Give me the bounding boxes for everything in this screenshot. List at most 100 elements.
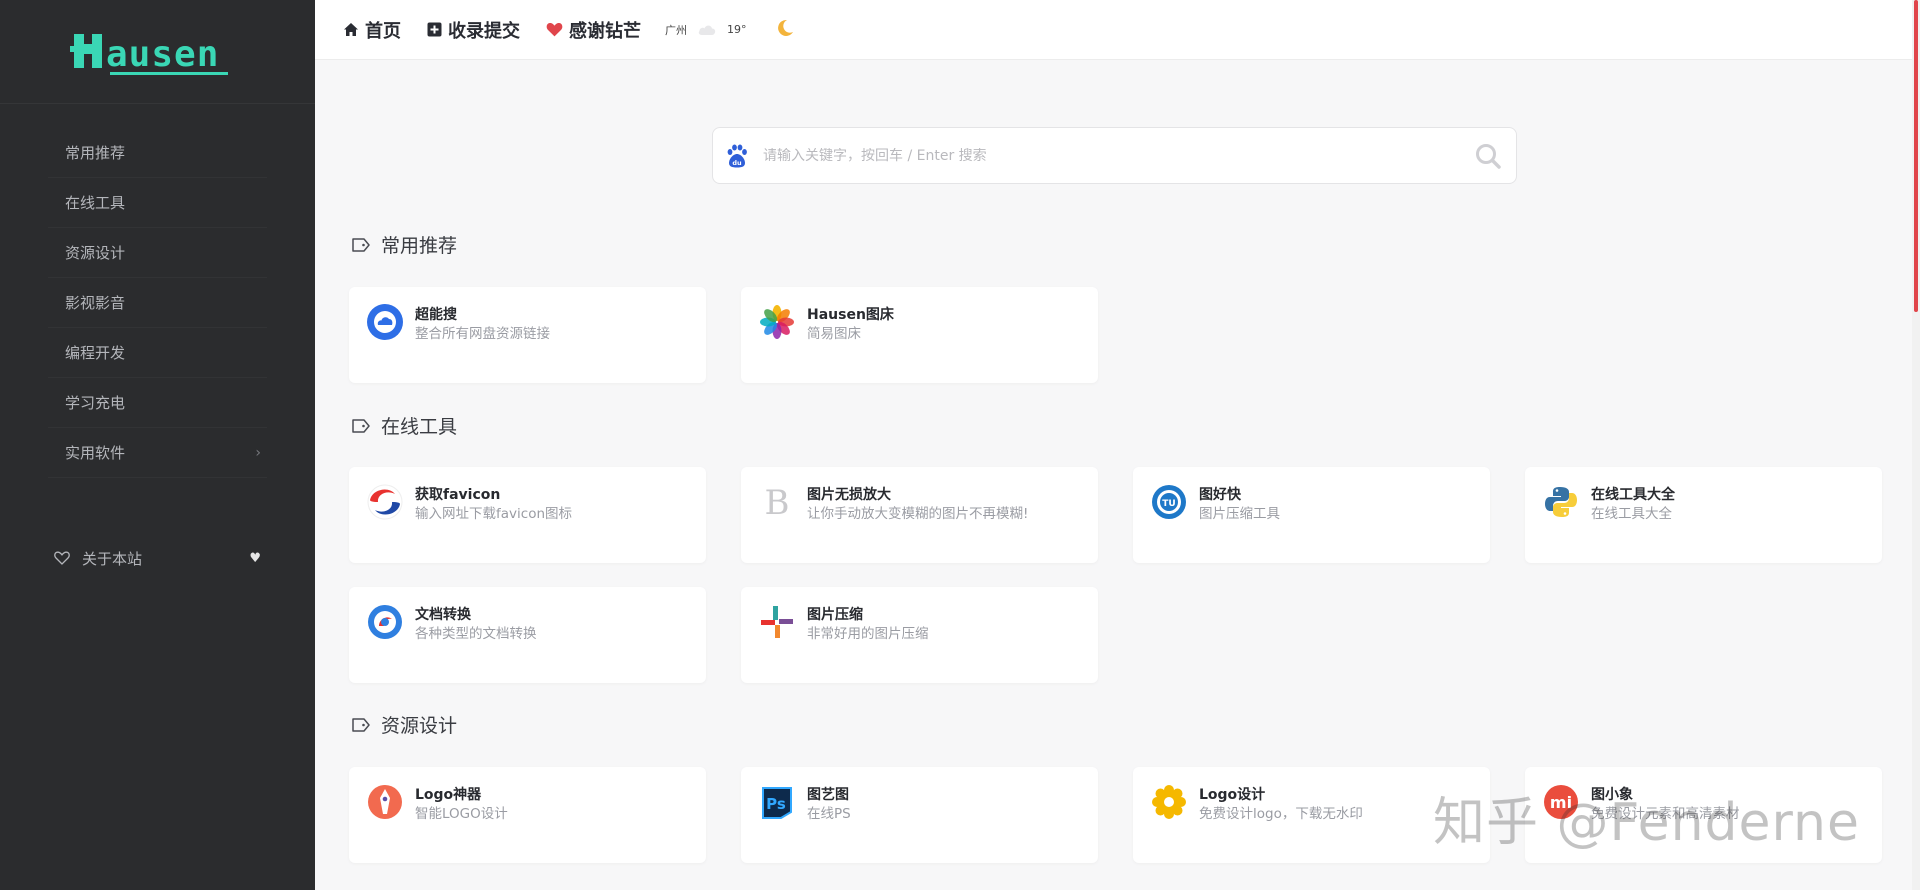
card-title: 图片无损放大	[807, 487, 891, 503]
section-title-label: 常用推荐	[381, 235, 458, 257]
heart-outline-icon	[54, 551, 70, 565]
sidebar-nav: 常用推荐 在线工具 资源设计 影视影音 编程开发 学习充电 实用软件 ›	[0, 104, 315, 478]
chevron-right-icon: ›	[255, 444, 261, 461]
sidebar-item-online-tools[interactable]: 在线工具	[48, 178, 267, 228]
site-card[interactable]: 获取favicon 输入网址下载favicon图标	[349, 467, 706, 563]
nav-submit-link[interactable]: 收录提交	[427, 17, 520, 43]
sidebar-item-learning[interactable]: 学习充电	[48, 378, 267, 428]
svg-text:du: du	[732, 159, 742, 167]
site-card[interactable]: B 图片无损放大 让你手动放大变模糊的图片不再模糊!	[741, 467, 1098, 563]
gear-flower-icon	[1151, 784, 1187, 820]
sidebar-item-dev[interactable]: 编程开发	[48, 328, 267, 378]
watermark: 知乎 @Fenderne	[1433, 793, 1860, 853]
nav-thanks-link[interactable]: 感谢钻芒	[546, 17, 641, 43]
sidebar: ausen 常用推荐 在线工具 资源设计 影视影音 编程开发 学习充电 实用软件…	[0, 0, 315, 890]
doc-convert-icon	[367, 604, 403, 640]
weather-city: 广州	[665, 23, 687, 37]
card-desc: 简易图床	[807, 326, 861, 342]
top-header: 首页 收录提交 感谢钻芒 广州 19°	[315, 0, 1920, 60]
sidebar-item-label: 学习充电	[65, 394, 126, 412]
main-content: du 常用推荐 超能搜 整合所有网盘资源链接	[315, 60, 1912, 890]
tag-icon	[352, 418, 370, 433]
favicon-swirl-icon	[367, 484, 403, 520]
card-title: Logo设计	[1199, 787, 1266, 803]
heart-icon: ♥	[249, 550, 261, 566]
svg-text:TU: TU	[1162, 499, 1175, 509]
scrollbar-thumb[interactable]	[1914, 0, 1918, 312]
sidebar-item-software[interactable]: 实用软件 ›	[48, 428, 267, 478]
moon-icon	[777, 19, 793, 36]
card-title: 获取favicon	[415, 487, 501, 503]
plus-square-icon	[427, 22, 442, 37]
card-desc: 图片压缩工具	[1199, 506, 1280, 522]
svg-text:ausen: ausen	[106, 34, 219, 75]
card-title: 超能搜	[415, 307, 457, 323]
card-desc: 免费设计logo，下载无水印	[1199, 806, 1363, 822]
sidebar-item-label: 实用软件	[65, 444, 126, 462]
scrollbar[interactable]	[1912, 0, 1920, 890]
sidebar-item-label: 在线工具	[65, 194, 126, 212]
nav-home-link[interactable]: 首页	[343, 17, 401, 43]
section-title-design: 资源设计	[351, 711, 457, 738]
card-desc: 非常好用的图片压缩	[807, 626, 929, 642]
baidu-icon[interactable]: du	[725, 143, 749, 169]
card-title: 在线工具大全	[1591, 487, 1675, 503]
sidebar-item-label: 影视影音	[65, 294, 126, 312]
site-card[interactable]: Hausen图床 简易图床	[741, 287, 1098, 383]
cloud-icon	[698, 25, 716, 35]
search-input[interactable]	[763, 147, 1474, 164]
search-box[interactable]: du	[712, 127, 1517, 184]
svg-text:B: B	[765, 484, 790, 520]
svg-text:Ps: Ps	[766, 795, 786, 813]
sidebar-item-common[interactable]: 常用推荐	[48, 128, 267, 178]
site-card[interactable]: 在线工具大全 在线工具大全	[1525, 467, 1882, 563]
site-card[interactable]: Ps 图艺图 在线PS	[741, 767, 1098, 863]
hausen-logo-icon: ausen	[69, 33, 228, 75]
card-desc: 各种类型的文档转换	[415, 626, 537, 642]
search-icon[interactable]	[1474, 142, 1502, 170]
about-label: 关于本站	[82, 549, 143, 568]
sidebar-item-label: 常用推荐	[65, 144, 126, 162]
python-icon	[1543, 484, 1579, 520]
compress-cross-icon	[759, 604, 795, 640]
card-title: 图好快	[1199, 487, 1241, 503]
card-desc: 在线PS	[807, 806, 851, 822]
card-title: 图片压缩	[807, 607, 863, 623]
site-card[interactable]: Logo神器 智能LOGO设计	[349, 767, 706, 863]
section-title-online-tools: 在线工具	[351, 412, 457, 439]
site-card[interactable]: TU 图好快 图片压缩工具	[1133, 467, 1490, 563]
sidebar-item-design[interactable]: 资源设计	[48, 228, 267, 278]
card-desc: 整合所有网盘资源链接	[415, 326, 550, 342]
tuhaokuai-icon: TU	[1151, 484, 1187, 520]
site-card[interactable]: 文档转换 各种类型的文档转换	[349, 587, 706, 683]
card-desc: 输入网址下载favicon图标	[415, 506, 573, 522]
cloud-search-icon	[367, 304, 403, 340]
sidebar-item-about[interactable]: 关于本站 ♥	[48, 538, 267, 578]
section-title-common: 常用推荐	[351, 231, 457, 258]
sidebar-item-label: 资源设计	[65, 244, 126, 262]
section-title-label: 在线工具	[381, 416, 458, 438]
photos-flower-icon	[759, 304, 795, 340]
logo-pen-icon	[367, 784, 403, 820]
theme-toggle[interactable]	[775, 18, 795, 42]
section-title-label: 资源设计	[381, 715, 458, 737]
heart-icon	[546, 22, 563, 37]
tag-icon	[352, 717, 370, 732]
sidebar-item-label: 编程开发	[65, 344, 126, 362]
card-desc: 智能LOGO设计	[415, 806, 508, 822]
card-desc: 在线工具大全	[1591, 506, 1672, 522]
nav-thanks-label: 感谢钻芒	[569, 20, 641, 42]
card-title: Hausen图床	[807, 307, 894, 323]
nav-home-label: 首页	[365, 20, 401, 42]
ps-icon: Ps	[759, 784, 795, 820]
site-logo[interactable]: ausen	[0, 0, 315, 104]
site-card[interactable]: 超能搜 整合所有网盘资源链接	[349, 287, 706, 383]
weather-widget[interactable]: 广州 19°	[665, 22, 747, 38]
home-icon	[344, 23, 358, 36]
letter-b-icon: B	[759, 484, 795, 520]
site-card[interactable]: 图片压缩 非常好用的图片压缩	[741, 587, 1098, 683]
card-desc: 让你手动放大变模糊的图片不再模糊!	[807, 506, 1029, 522]
card-title: 图艺图	[807, 787, 849, 803]
card-title: Logo神器	[415, 787, 482, 803]
sidebar-item-media[interactable]: 影视影音	[48, 278, 267, 328]
